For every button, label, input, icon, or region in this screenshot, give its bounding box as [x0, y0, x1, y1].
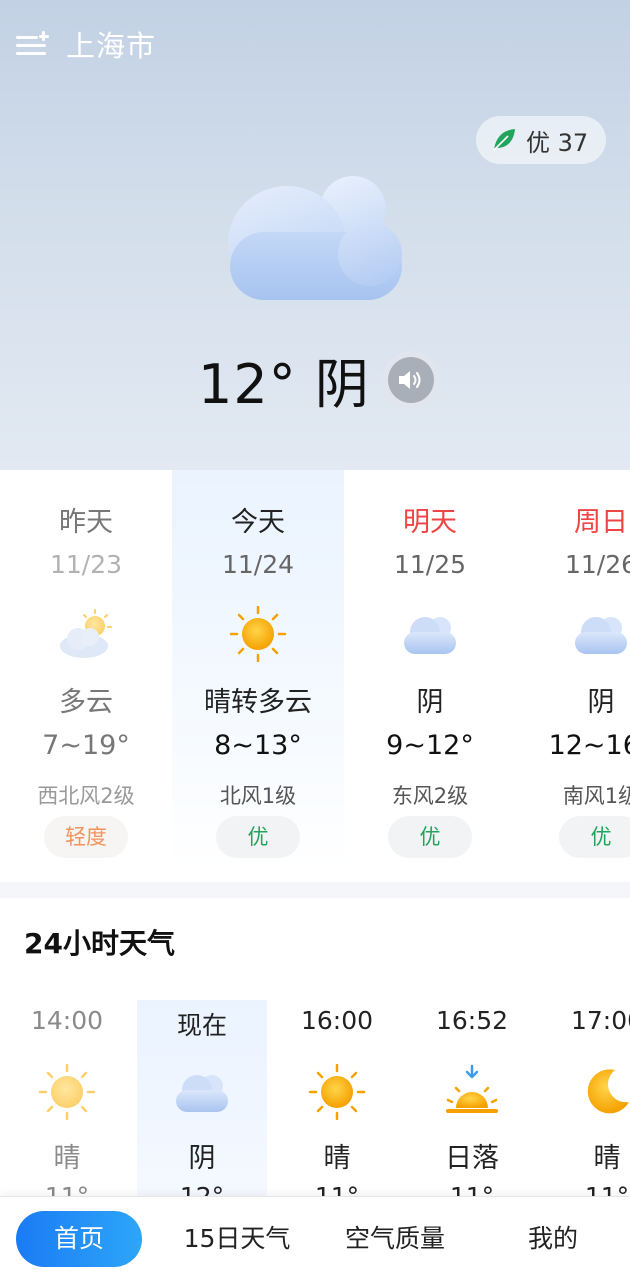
hour-condition: 晴 — [53, 1143, 81, 1174]
day-date: 11/26 — [564, 550, 630, 579]
day-date: 11/25 — [393, 550, 467, 579]
current-weather: 12° 阴 — [0, 340, 630, 416]
bottom-nav: 首页 15日天气 空气质量 我的 — [0, 1196, 630, 1280]
day-condition: 晴转多云 — [204, 687, 312, 718]
sun-icon — [229, 606, 287, 662]
nav-air-quality[interactable]: 空气质量 — [330, 1211, 460, 1267]
day-aqi-badge: 优 — [216, 816, 300, 858]
hour-time: 16:00 — [300, 1006, 374, 1035]
hour-time: 16:52 — [435, 1006, 509, 1035]
hour-item[interactable]: 16:00 晴 11° — [272, 990, 402, 1211]
hour-time: 现在 — [176, 1011, 227, 1040]
sunset-icon — [446, 1064, 498, 1113]
day-name: 今天 — [231, 507, 285, 538]
day-wind: 西北风2级 — [37, 784, 135, 808]
nav-mine[interactable]: 我的 — [508, 1211, 598, 1267]
day-temp-range: 8~13° — [214, 730, 302, 761]
partly-cloudy-icon — [60, 609, 112, 658]
day-condition: 阴 — [587, 687, 615, 718]
day-card-today[interactable]: 今天 11/24 晴转多云 8~13° 北风1级 优 — [172, 470, 344, 870]
day-card-tomorrow[interactable]: 明天 11/25 阴 9~12° 东风2级 优 — [344, 470, 516, 870]
day-date: 11/24 — [221, 550, 295, 579]
day-wind: 南风1级 — [562, 784, 630, 808]
hour-item[interactable]: 16:52 日落 11° — [407, 990, 537, 1211]
speaker-icon — [398, 370, 421, 389]
top-bar: 上海市 — [16, 24, 156, 64]
day-wind: 北风1级 — [219, 784, 297, 808]
hour-condition: 晴 — [323, 1143, 351, 1174]
cloud-icon — [176, 1075, 228, 1112]
hero-section: 上海市 优 37 12° 阴 — [0, 0, 630, 470]
day-name: 明天 — [403, 507, 457, 538]
current-temp-condition: 12° 阴 — [198, 353, 370, 416]
hour-condition: 阴 — [188, 1143, 216, 1174]
aqi-badge[interactable]: 优 37 — [476, 116, 606, 164]
moon-icon — [587, 1069, 629, 1114]
day-aqi-badge: 优 — [388, 816, 472, 858]
hour-time: 17:00 — [570, 1006, 630, 1035]
big-cloud-icon — [226, 176, 406, 302]
day-condition: 多云 — [59, 687, 113, 718]
day-temp-range: 7~19° — [42, 730, 130, 761]
day-name: 周日 — [574, 507, 628, 538]
sun-icon — [38, 1064, 96, 1120]
hour-condition: 日落 — [445, 1143, 499, 1174]
daily-forecast: 昨天 11/23 多云 7~19° 西北风2级 轻度 今天 11/24 晴转多云… — [0, 470, 630, 882]
hour-item[interactable]: 14:00 晴 11° — [2, 990, 132, 1211]
leaf-icon — [493, 129, 515, 151]
hour-item-now[interactable]: 现在 阴 12° — [137, 1000, 267, 1211]
voice-broadcast-button[interactable] — [381, 350, 440, 409]
aqi-badge-text: 优 37 — [526, 128, 589, 157]
city-name[interactable]: 上海市 — [66, 23, 156, 65]
hour-item[interactable]: 17:00 晴 11° — [542, 990, 630, 1211]
day-temp-range: 9~12° — [386, 730, 474, 761]
hour-time: 14:00 — [30, 1006, 104, 1035]
section-divider — [0, 882, 630, 898]
hour-condition: 晴 — [593, 1143, 621, 1174]
cloud-icon — [575, 617, 627, 654]
day-name: 昨天 — [59, 507, 113, 538]
nav-home[interactable]: 首页 — [16, 1211, 142, 1267]
day-condition: 阴 — [416, 687, 444, 718]
cloud-icon — [404, 617, 456, 654]
day-wind: 东风2级 — [391, 784, 469, 808]
nav-15day-forecast[interactable]: 15日天气 — [170, 1211, 304, 1267]
hourly-section-title: 24小时天气 — [24, 927, 175, 960]
day-card-sunday[interactable]: 周日 11/26 阴 12~16° 南风1级 优 — [515, 470, 630, 870]
menu-add-city-icon[interactable] — [16, 29, 50, 59]
day-aqi-badge: 优 — [559, 816, 630, 858]
sun-icon — [308, 1064, 366, 1120]
day-card-yesterday[interactable]: 昨天 11/23 多云 7~19° 西北风2级 轻度 — [0, 470, 172, 870]
day-date: 11/23 — [49, 550, 123, 579]
day-aqi-badge: 轻度 — [44, 816, 128, 858]
day-temp-range: 12~16° — [548, 730, 630, 761]
